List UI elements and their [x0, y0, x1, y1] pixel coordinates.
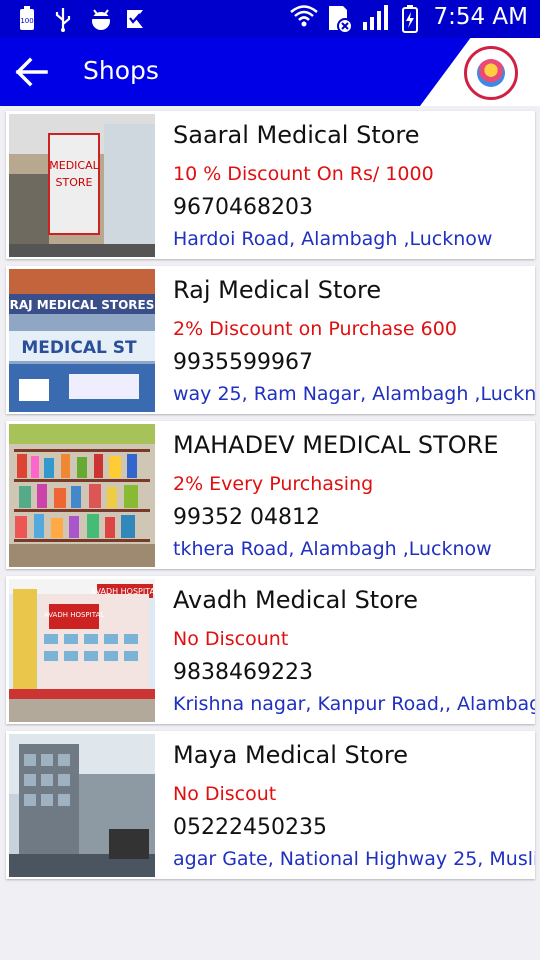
shop-photo: AVADH HOSPITAL AVADH HOSPITAL — [9, 579, 155, 722]
status-bar: 100 7:54 AM — [0, 0, 540, 38]
shop-discount: 2% Every Purchasing — [173, 473, 374, 495]
shop-photo: RAJ MEDICAL STORES MEDICAL ST — [9, 269, 155, 412]
signal-bars-icon — [361, 4, 389, 30]
shop-address: Krishna nagar, Kanpur Road,, Alambagh — [173, 693, 535, 715]
shop-name: Raj Medical Store — [173, 276, 382, 304]
svg-text:RAJ MEDICAL STORES: RAJ MEDICAL STORES — [10, 298, 155, 312]
sd-card-error-icon — [325, 4, 354, 34]
svg-text:STORE: STORE — [56, 176, 93, 189]
address-marquee: Hardoi Road, Alambagh ,Lucknow — [173, 228, 535, 254]
app-logo — [464, 46, 518, 100]
address-marquee: Krishna nagar, Kanpur Road,, Alambagh — [173, 693, 535, 719]
svg-text:100: 100 — [20, 17, 33, 25]
shop-card[interactable]: MAHADEV MEDICAL STORE 2% Every Purchasin… — [6, 421, 535, 569]
svg-text:MEDICAL ST: MEDICAL ST — [21, 338, 137, 358]
shop-address: tkhera Road, Alambagh ,Lucknow — [173, 538, 492, 560]
shop-phone[interactable]: 05222450235 — [173, 815, 327, 840]
shop-name: MAHADEV MEDICAL STORE — [173, 431, 499, 459]
svg-text:MEDICAL: MEDICAL — [49, 159, 99, 172]
shop-card[interactable]: MEDICAL STORE Saaral Medical Store 10 % … — [6, 111, 535, 259]
usb-icon — [52, 6, 74, 32]
shop-photo — [9, 424, 155, 567]
shop-address: agar Gate, National Highway 25, Muslim — [173, 848, 535, 870]
shop-phone[interactable]: 9935599967 — [173, 350, 313, 375]
shop-phone[interactable]: 9670468203 — [173, 195, 313, 220]
shop-address: way 25, Ram Nagar, Alambagh ,Lucknow — [173, 383, 535, 405]
page-title: Shops — [83, 56, 159, 85]
battery-charging-icon — [397, 4, 423, 33]
shop-card[interactable]: AVADH HOSPITAL AVADH HOSPITAL Avadh Medi… — [6, 576, 535, 724]
back-arrow-icon[interactable] — [14, 56, 48, 88]
battery-full-icon: 100 — [16, 6, 38, 32]
shop-photo — [9, 734, 155, 877]
address-marquee: way 25, Ram Nagar, Alambagh ,Lucknow — [173, 383, 535, 409]
shop-phone[interactable]: 99352 04812 — [173, 505, 320, 530]
shop-name: Maya Medical Store — [173, 741, 408, 769]
shop-address: Hardoi Road, Alambagh ,Lucknow — [173, 228, 493, 250]
app-toolbar: Shops — [0, 38, 540, 106]
check-flag-icon — [124, 6, 146, 32]
shop-card[interactable]: Maya Medical Store No Discout 0522245023… — [6, 731, 535, 879]
shop-discount: No Discout — [173, 783, 277, 805]
wifi-icon — [289, 4, 319, 30]
android-debug-icon — [88, 6, 111, 32]
shop-discount: 2% Discount on Purchase 600 — [173, 318, 457, 340]
shop-phone[interactable]: 9838469223 — [173, 660, 313, 685]
shop-photo: MEDICAL STORE — [9, 114, 155, 257]
shop-card[interactable]: RAJ MEDICAL STORES MEDICAL ST Raj Medica… — [6, 266, 535, 414]
shop-list: MEDICAL STORE Saaral Medical Store 10 % … — [6, 111, 535, 886]
svg-text:AVADH HOSPITAL: AVADH HOSPITAL — [44, 611, 104, 619]
clock: 7:54 AM — [433, 4, 528, 30]
shop-discount: 10 % Discount On Rs/ 1000 — [173, 163, 434, 185]
shop-name: Avadh Medical Store — [173, 586, 419, 614]
address-marquee: agar Gate, National Highway 25, Muslim — [173, 848, 535, 874]
shop-discount: No Discount — [173, 628, 289, 650]
address-marquee: tkhera Road, Alambagh ,Lucknow — [173, 538, 535, 564]
shop-name: Saaral Medical Store — [173, 121, 420, 149]
